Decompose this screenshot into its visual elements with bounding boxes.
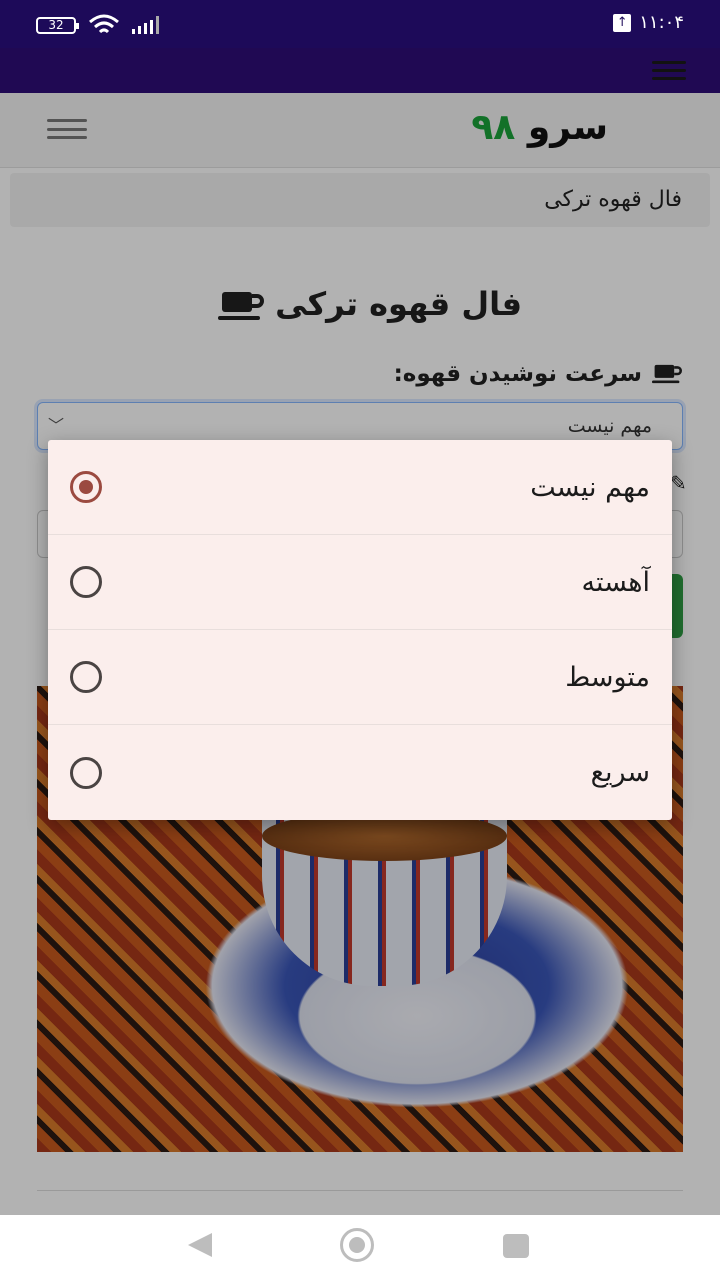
option-label: سریع [590,757,650,788]
wifi-icon [89,14,119,34]
clock: ۱۱:۰۴ [639,12,684,33]
battery-level: 32 [48,17,64,32]
radio-checked-icon[interactable] [70,471,102,503]
radio-unchecked-icon[interactable] [70,566,102,598]
upload-icon: ↑ [613,13,632,32]
status-bar: 32 ↑ ۱۱:۰۴ [0,0,720,48]
option-label: مهم نیست [530,471,650,503]
recent-apps-icon[interactable] [503,1234,529,1258]
option-fast[interactable]: سریع [48,725,672,820]
option-label: آهسته [581,566,650,598]
radio-unchecked-icon[interactable] [70,661,102,693]
option-slow[interactable]: آهسته [48,535,672,630]
option-label: متوسط [565,661,650,693]
system-nav-bar [0,1215,720,1280]
signal-icon [132,16,159,34]
speed-options-dialog: مهم نیست آهسته متوسط سریع [48,440,672,820]
back-icon[interactable] [188,1233,212,1257]
home-icon[interactable] [340,1228,374,1262]
option-medium[interactable]: متوسط [48,630,672,725]
radio-unchecked-icon[interactable] [70,756,102,789]
option-not-important[interactable]: مهم نیست [48,440,672,535]
battery-icon: 32 [36,16,79,34]
